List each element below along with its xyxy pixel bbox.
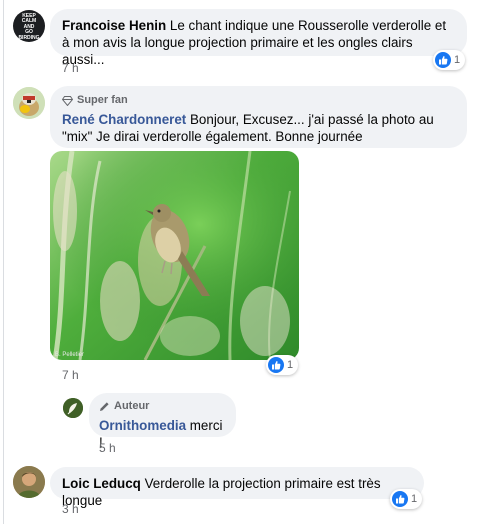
comment-bubble: Super fan René Chardonneret Bonjour, Exc… [50, 86, 467, 148]
reply-author[interactable]: Ornithomedia [99, 418, 186, 433]
thread-rule [3, 0, 4, 524]
avatar[interactable] [63, 398, 83, 418]
reaction-count: 1 [287, 359, 294, 371]
like-icon [392, 491, 408, 507]
avatar[interactable]: KEEP CALM AND GO BIRDING [13, 10, 45, 42]
comment-timestamp[interactable]: 3 h [62, 502, 79, 516]
comment-bubble: Loic Leducq Verderolle la projection pri… [50, 467, 424, 508]
comment-author[interactable]: Francoise Henin [62, 18, 166, 33]
reaction-count: 1 [411, 493, 418, 505]
diamond-icon [62, 95, 73, 106]
comment-timestamp[interactable]: 7 h [62, 61, 79, 75]
author-badge: Auteur [99, 398, 226, 415]
pencil-icon [100, 402, 109, 411]
badge-label: Super fan [77, 94, 128, 106]
photo-watermark: B. Pelletier [55, 352, 84, 358]
reaction-summary[interactable]: 1 [390, 489, 422, 509]
avatar-text: BIRDING [18, 34, 40, 41]
like-icon [268, 357, 284, 373]
bird-photo: B. Pelletier [50, 151, 299, 360]
top-fan-badge: Super fan [62, 92, 455, 109]
comment-photo[interactable]: B. Pelletier [50, 151, 299, 360]
comment-timestamp[interactable]: 7 h [62, 368, 79, 382]
reply-bubble: Auteur Ornithomedia merci ! [89, 393, 236, 450]
like-icon [435, 52, 451, 68]
avatar[interactable] [13, 87, 45, 119]
reaction-count: 1 [454, 54, 461, 66]
comment-author[interactable]: René Chardonneret [62, 112, 186, 127]
reply-timestamp[interactable]: 5 h [99, 441, 116, 455]
badge-label: Auteur [114, 400, 150, 412]
comment-author[interactable]: Loic Leducq [62, 476, 141, 491]
avatar[interactable] [13, 466, 45, 498]
reaction-summary[interactable]: 1 [433, 50, 465, 70]
comment-bubble: Francoise Henin Le chant indique une Rou… [50, 9, 467, 67]
reaction-summary[interactable]: 1 [266, 355, 298, 375]
